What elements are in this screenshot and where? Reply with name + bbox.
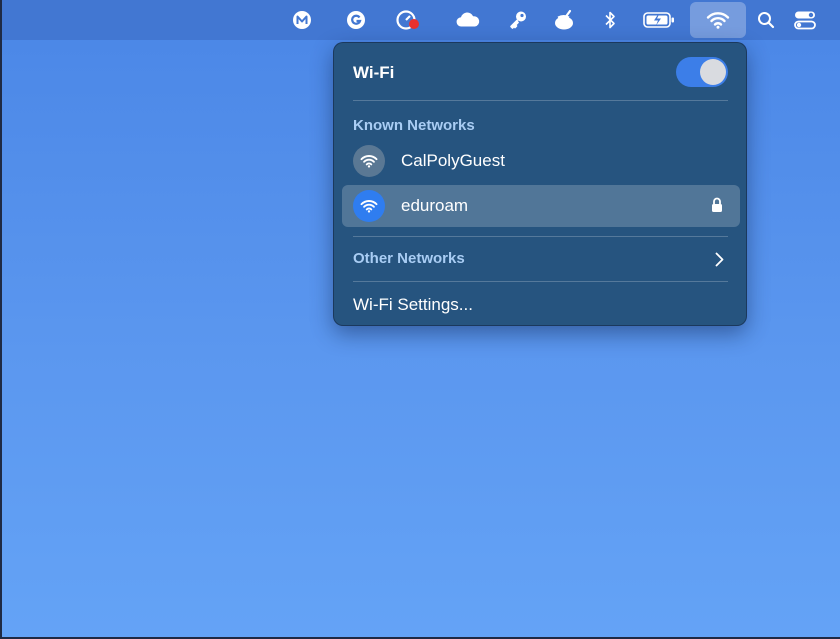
wifi-icon: [706, 12, 730, 29]
wifi-settings-label: Wi-Fi Settings...: [353, 295, 473, 314]
battery-charging-icon[interactable]: [642, 8, 678, 32]
m-app-icon[interactable]: [289, 8, 315, 32]
chevron-right-icon: [715, 252, 724, 272]
wifi-settings-row[interactable]: Wi-Fi Settings...: [342, 288, 740, 322]
grammarly-icon[interactable]: [343, 8, 369, 32]
speedtest-icon[interactable]: [395, 8, 421, 32]
known-networks-label: Known Networks: [353, 117, 475, 134]
wifi-toggle-knob: [700, 59, 726, 85]
wifi-menu-extra[interactable]: [690, 2, 746, 38]
wifi-icon: [360, 200, 378, 213]
key-icon[interactable]: [505, 8, 531, 32]
wifi-signal-badge: [353, 145, 385, 177]
cloud-icon[interactable]: [455, 8, 481, 32]
paint-bucket-icon[interactable]: [551, 8, 577, 32]
menu-bar: [2, 0, 840, 40]
search-icon[interactable]: [753, 8, 779, 32]
wifi-icon: [360, 155, 378, 168]
divider: [353, 100, 728, 101]
wifi-menu-panel: Wi-Fi Known Networks CalPolyGuest eduroa…: [333, 42, 747, 326]
wifi-menu-title: Wi-Fi: [353, 63, 395, 82]
wifi-toggle[interactable]: [676, 57, 728, 87]
bluetooth-icon[interactable]: [597, 8, 623, 32]
network-row-eduroam[interactable]: eduroam: [342, 185, 740, 227]
network-row-calpolyguest[interactable]: CalPolyGuest: [342, 140, 740, 182]
control-center-icon[interactable]: [792, 8, 818, 32]
divider: [353, 281, 728, 282]
network-name: CalPolyGuest: [401, 151, 505, 170]
other-networks-row[interactable]: Other Networks: [342, 243, 740, 277]
wifi-signal-badge: [353, 190, 385, 222]
other-networks-label: Other Networks: [353, 250, 465, 267]
divider: [353, 236, 728, 237]
lock-icon: [711, 197, 723, 218]
network-name: eduroam: [401, 196, 469, 215]
